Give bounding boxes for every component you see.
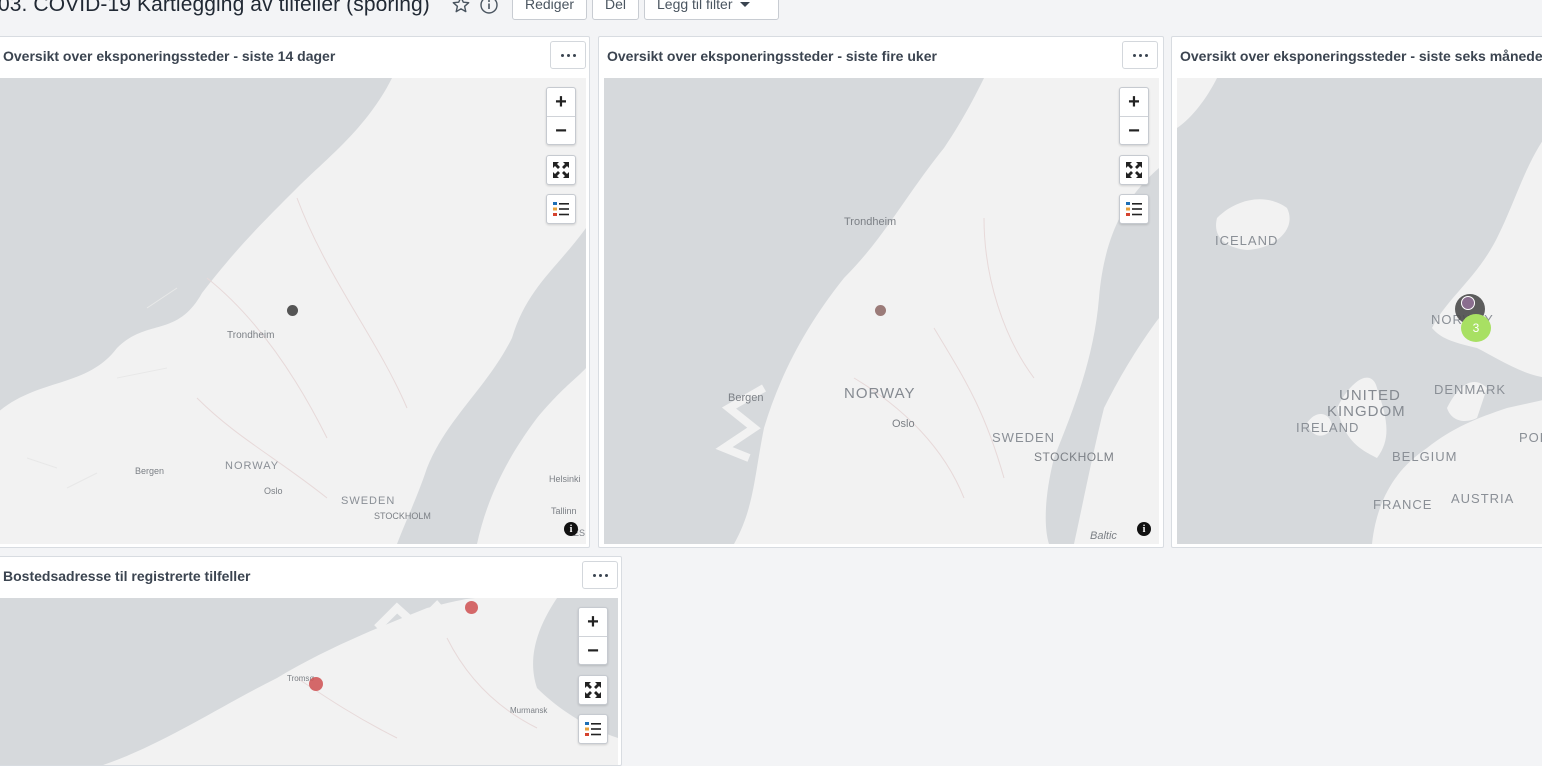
add-filter-label: Legg til filter	[657, 0, 733, 12]
add-filter-button[interactable]: Legg til filter	[644, 0, 779, 20]
map-view[interactable]: Tromsø Murmansk + −	[0, 598, 618, 765]
panel-title: Oversikt over eksponeringssteder - siste…	[3, 48, 336, 64]
panel-registered-cases-address: Bostedsadresse til registrerte tilfeller…	[0, 556, 622, 766]
legend-icon	[1126, 202, 1142, 216]
panel-exposure-14-days: Oversikt over eksponeringssteder - siste…	[0, 36, 590, 548]
map-marker[interactable]	[309, 677, 323, 691]
zoom-out-button[interactable]: −	[1120, 116, 1148, 145]
map-label-norway: NORWAY	[225, 460, 280, 472]
panel-title: Bostedsadresse til registrerte tilfeller	[3, 568, 251, 584]
map-label-trondheim: Trondheim	[227, 330, 275, 341]
map-view[interactable]: Trondheim NORWAY Bergen Oslo SWEDEN STOC…	[0, 78, 586, 544]
map-marker-small[interactable]	[1461, 296, 1475, 310]
legend-button[interactable]	[1119, 194, 1149, 224]
map-label-ireland: IRELAND	[1296, 420, 1360, 435]
zoom-controls: + −	[578, 607, 608, 665]
map-label-united: UNITED	[1339, 387, 1401, 404]
map-label-bergen: Bergen	[728, 392, 764, 404]
panel-title: Oversikt over eksponeringssteder - siste…	[607, 48, 937, 64]
fullscreen-icon	[553, 162, 569, 178]
share-button[interactable]: Del	[592, 0, 639, 20]
zoom-in-button[interactable]: +	[1120, 88, 1148, 116]
map-label-stockholm: STOCKHOLM	[1034, 450, 1115, 464]
panel-options-button[interactable]	[550, 41, 586, 69]
map-marker[interactable]	[465, 601, 478, 614]
map-label-france: FRANCE	[1373, 497, 1433, 512]
map-label-trondheim: Trondheim	[844, 216, 897, 228]
map-label-helsinki: Helsinki	[549, 474, 581, 484]
map-label-belgium: BELGIUM	[1392, 449, 1458, 464]
map-label-stockholm: STOCKHOLM	[374, 511, 431, 521]
map-label-tallinn: Tallinn	[551, 506, 577, 516]
map-view[interactable]: Trondheim NORWAY Bergen Oslo SWEDEN STOC…	[604, 78, 1159, 544]
legend-button[interactable]	[546, 194, 576, 224]
chevron-down-icon	[740, 1, 751, 7]
fullscreen-button[interactable]	[546, 155, 576, 185]
map-label-sweden: SWEDEN	[341, 495, 396, 507]
map-label-denmark: DENMARK	[1434, 382, 1507, 397]
map-base	[1177, 78, 1542, 544]
map-marker[interactable]	[287, 305, 298, 316]
map-label-kingdom: KINGDOM	[1327, 403, 1406, 420]
map-label-pola: POLA	[1519, 430, 1542, 445]
dashboard-header: 03. COVID-19 Kartlegging av tilfeller (s…	[0, 0, 1542, 22]
dashboard-title: 03. COVID-19 Kartlegging av tilfeller (s…	[0, 0, 430, 16]
map-label-iceland: ICELAND	[1215, 233, 1279, 248]
info-icon[interactable]	[478, 0, 500, 16]
fullscreen-icon	[585, 682, 601, 698]
map-label-sweden: SWEDEN	[992, 430, 1056, 445]
zoom-in-button[interactable]: +	[547, 88, 575, 116]
fullscreen-icon	[1126, 162, 1142, 178]
map-view[interactable]: ICELAND NORWAY UNITED KINGDOM IRELAND DE…	[1177, 78, 1542, 544]
fullscreen-button[interactable]	[578, 675, 608, 705]
zoom-in-button[interactable]: +	[579, 608, 607, 636]
panel-title: Oversikt over eksponeringssteder - siste…	[1180, 48, 1542, 64]
attribution-info-button[interactable]: i	[1137, 522, 1151, 536]
map-label-oslo: Oslo	[264, 486, 283, 496]
zoom-controls: + −	[1119, 87, 1149, 145]
map-marker[interactable]	[875, 305, 886, 316]
map-label-baltic: Baltic	[1090, 530, 1117, 542]
zoom-controls: + −	[546, 87, 576, 145]
fullscreen-button[interactable]	[1119, 155, 1149, 185]
map-label-norway: NORWAY	[844, 385, 916, 402]
panel-exposure-four-weeks: Oversikt over eksponeringssteder - siste…	[598, 36, 1164, 548]
star-icon[interactable]	[450, 0, 472, 16]
legend-icon	[553, 202, 569, 216]
legend-icon	[585, 722, 601, 736]
attribution-info-button[interactable]: i	[564, 522, 578, 536]
panel-exposure-six-months: Oversikt over eksponeringssteder - siste…	[1171, 36, 1542, 548]
panel-options-button[interactable]	[1122, 41, 1158, 69]
zoom-out-button[interactable]: −	[547, 116, 575, 145]
legend-button[interactable]	[578, 714, 608, 744]
map-marker-cluster-count[interactable]: 3	[1461, 314, 1491, 342]
map-label-oslo: Oslo	[892, 418, 915, 430]
edit-button[interactable]: Rediger	[512, 0, 587, 20]
panel-options-button[interactable]	[582, 561, 618, 589]
map-label-bergen: Bergen	[135, 466, 165, 476]
map-label-austria: AUSTRIA	[1451, 491, 1515, 506]
zoom-out-button[interactable]: −	[579, 636, 607, 665]
map-label-murmansk: Murmansk	[510, 706, 548, 715]
